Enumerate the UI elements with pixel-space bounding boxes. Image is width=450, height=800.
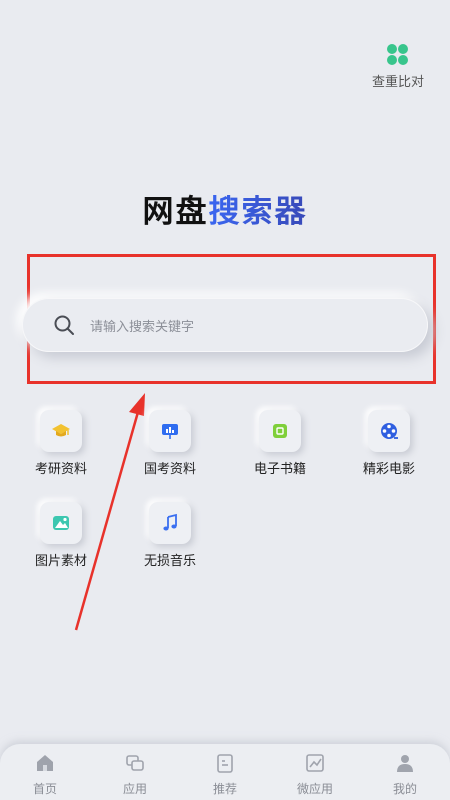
film-reel-icon	[381, 423, 398, 439]
title-part-2: 搜索器	[208, 194, 308, 230]
category-tile	[259, 410, 301, 452]
category-label: 考研资料	[34, 462, 87, 477]
category-tile	[40, 410, 82, 452]
category-tile	[149, 502, 191, 544]
category-tile	[40, 502, 82, 544]
tab-label: 我的	[392, 782, 417, 796]
app-title: 网盘搜索器	[0, 186, 450, 231]
category-tile	[368, 410, 410, 452]
category-guokao[interactable]: 国考资料	[125, 410, 215, 477]
compare-button[interactable]: 查重比对	[368, 44, 428, 90]
category-label: 精彩电影	[362, 462, 415, 477]
category-label: 图片素材	[34, 554, 87, 569]
tab-micro-apps[interactable]: 微应用	[270, 744, 360, 800]
graduation-cap-icon	[52, 424, 70, 437]
user-icon	[397, 755, 413, 772]
tab-profile[interactable]: 我的	[360, 744, 450, 800]
category-label: 无损音乐	[143, 554, 196, 569]
tab-label: 首页	[32, 782, 57, 796]
search-icon	[54, 315, 74, 335]
image-landscape-icon	[53, 516, 69, 530]
clover-icon	[387, 44, 409, 66]
music-note-icon	[163, 513, 177, 531]
tab-label: 应用	[122, 782, 147, 796]
search-placeholder: 请输入搜索关键字	[90, 319, 195, 335]
bottom-tab-bar: 首页 应用 推荐 微应用 我的	[0, 744, 450, 800]
tab-home[interactable]: 首页	[0, 744, 90, 800]
tab-label: 推荐	[212, 782, 237, 796]
category-music[interactable]: 无损音乐	[125, 502, 215, 569]
recommend-icon	[217, 754, 233, 773]
search-bar[interactable]: 请输入搜索关键字	[22, 298, 428, 352]
category-movies[interactable]: 精彩电影	[344, 410, 434, 477]
tab-label: 微应用	[296, 782, 333, 796]
tab-recommend[interactable]: 推荐	[180, 744, 270, 800]
category-images[interactable]: 图片素材	[16, 502, 106, 569]
category-label: 国考资料	[143, 462, 196, 477]
trend-chart-icon	[306, 754, 324, 772]
home-icon	[37, 755, 53, 771]
chart-board-icon	[162, 424, 178, 439]
category-ebooks[interactable]: 电子书籍	[235, 410, 325, 477]
category-tile	[149, 410, 191, 452]
compare-label: 查重比对	[371, 75, 424, 90]
tab-apps[interactable]: 应用	[90, 744, 180, 800]
annotation-arrow	[74, 393, 145, 631]
category-kaoyan[interactable]: 考研资料	[16, 410, 106, 477]
category-label: 电子书籍	[253, 462, 306, 477]
title-part-1: 网盘	[142, 194, 209, 230]
ebook-icon	[273, 424, 287, 438]
apps-icon	[126, 755, 144, 771]
